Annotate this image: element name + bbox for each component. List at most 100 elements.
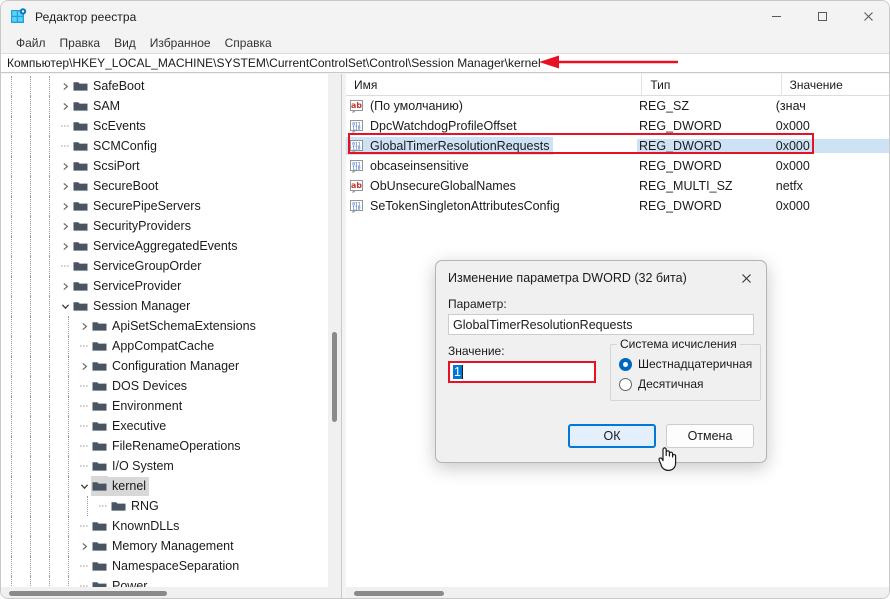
tree-guide-line	[11, 476, 12, 496]
chevron-right-icon[interactable]	[77, 316, 91, 336]
cancel-button[interactable]: Отмена	[666, 424, 754, 448]
tree-item-safeboot[interactable]: SafeBoot	[1, 76, 327, 96]
chevron-right-icon[interactable]	[58, 196, 72, 216]
tree-item-configuration-manager[interactable]: Configuration Manager	[1, 356, 327, 376]
window-controls	[753, 1, 889, 32]
tree-item-serviceaggregatedevents[interactable]: ServiceAggregatedEvents	[1, 236, 327, 256]
tree-guide-line	[30, 476, 31, 496]
chevron-down-icon[interactable]	[58, 296, 72, 316]
tree-item-session-manager[interactable]: Session Manager	[1, 296, 327, 316]
dialog-close-button[interactable]	[726, 261, 766, 295]
tree-item-apisetschemaextensions[interactable]: ApiSetSchemaExtensions	[1, 316, 327, 336]
tree-guide-line	[49, 176, 50, 196]
tree-item-label: I/O System	[112, 458, 174, 473]
tree-item-label: Memory Management	[112, 538, 234, 553]
tree-guide-line	[30, 276, 31, 296]
tree-guide-line	[49, 256, 50, 276]
chevron-right-icon[interactable]	[58, 76, 72, 96]
chevron-right-icon[interactable]	[58, 236, 72, 256]
address-bar[interactable]: Компьютер\HKEY_LOCAL_MACHINE\SYSTEM\Curr…	[1, 53, 889, 73]
tree-item-scevents[interactable]: ScEvents	[1, 116, 327, 136]
tree-item-kernel[interactable]: kernel	[1, 476, 327, 496]
values-row-type: REG_DWORD	[639, 159, 722, 173]
menu-item-file[interactable]: Файл	[9, 34, 53, 52]
radio-decimal[interactable]: Десятичная	[619, 377, 752, 391]
values-row[interactable]: 011 110 GlobalTimerResolutionRequests REG_D…	[346, 136, 889, 156]
menu-item-help[interactable]: Справка	[218, 34, 279, 52]
column-header-value[interactable]: Значение	[782, 74, 889, 96]
folder-icon	[72, 296, 89, 316]
value-input[interactable]: 1	[448, 361, 596, 383]
values-hscroll-thumb[interactable]	[354, 591, 444, 596]
chevron-right-icon[interactable]	[58, 216, 72, 236]
tree-item-rng[interactable]: RNG	[1, 496, 327, 516]
column-header-type[interactable]: Тип	[642, 74, 782, 96]
chevron-right-icon[interactable]	[58, 96, 72, 116]
values-row[interactable]: 011 110 SeTokenSingletonAttributesConfig RE…	[346, 196, 889, 216]
tree-item-scmconfig[interactable]: SCMConfig	[1, 136, 327, 156]
tree-item-dos-devices[interactable]: DOS Devices	[1, 376, 327, 396]
chevron-right-icon[interactable]	[58, 176, 72, 196]
param-name-field[interactable]: GlobalTimerResolutionRequests	[448, 314, 754, 335]
tree-item-servicegrouporder[interactable]: ServiceGroupOrder	[1, 256, 327, 276]
radio-decimal-indicator	[619, 377, 632, 391]
tree-guide-line	[49, 276, 50, 296]
tree-vscroll-thumb[interactable]	[332, 332, 337, 422]
menubar: Файл Правка Вид Избранное Справка	[1, 32, 889, 53]
tree-guide-line	[49, 476, 50, 496]
maximize-button[interactable]	[799, 1, 845, 32]
tree-item-filerenameoperations[interactable]: FileRenameOperations	[1, 436, 327, 456]
values-row[interactable]: 011 110 DpcWatchdogProfileOffset REG_DWORD 0…	[346, 116, 889, 136]
chevron-right-icon[interactable]	[58, 156, 72, 176]
tree-leaf-elbow	[58, 136, 72, 156]
tree-item-serviceprovider[interactable]: ServiceProvider	[1, 276, 327, 296]
values-row[interactable]: ab ObUnsecureGlobalNames REG_MULTI_SZ netfx	[346, 176, 889, 196]
tree-item-securepipeservers[interactable]: SecurePipeServers	[1, 196, 327, 216]
tree-guide-line	[68, 416, 69, 436]
tree-hscroll-thumb[interactable]	[9, 591, 167, 596]
menu-item-view[interactable]: Вид	[107, 34, 143, 52]
chevron-right-icon[interactable]	[77, 356, 91, 376]
tree-horizontal-scrollbar[interactable]	[1, 587, 341, 598]
chevron-down-icon[interactable]	[77, 476, 91, 496]
menu-item-favorites[interactable]: Избранное	[143, 34, 218, 52]
values-row[interactable]: 011 110 obcaseinsensitive REG_DWORD 0x000	[346, 156, 889, 176]
values-row-name-cell: 011 110 SeTokenSingletonAttributesConfig	[346, 197, 637, 215]
edit-dword-dialog: Изменение параметра DWORD (32 бита) Пара…	[435, 260, 767, 463]
tree-item-i-o-system[interactable]: I/O System	[1, 456, 327, 476]
tree-guide-line	[49, 236, 50, 256]
tree-item-appcompatcache[interactable]: AppCompatCache	[1, 336, 327, 356]
value-label: Значение:	[448, 344, 505, 358]
tree-guide-line	[30, 456, 31, 476]
tree-guide-line	[11, 296, 12, 316]
tree-guide-line	[30, 296, 31, 316]
values-horizontal-scrollbar[interactable]	[346, 587, 889, 598]
values-row-name: (По умолчанию)	[370, 99, 463, 113]
tree-guide-line	[30, 336, 31, 356]
radio-hexadecimal[interactable]: Шестнадцатеричная	[619, 357, 752, 371]
menu-item-edit[interactable]: Правка	[53, 34, 108, 52]
column-header-name[interactable]: Имя	[346, 74, 643, 96]
tree-item-knowndlls[interactable]: KnownDLLs	[1, 516, 327, 536]
tree-guide-line	[68, 356, 69, 376]
tree-item-securityproviders[interactable]: SecurityProviders	[1, 216, 327, 236]
tree-item-label: Environment	[112, 398, 183, 413]
minimize-button[interactable]	[753, 1, 799, 32]
tree-item-executive[interactable]: Executive	[1, 416, 327, 436]
tree-item-namespaceseparation[interactable]: NamespaceSeparation	[1, 556, 327, 576]
tree-item-memory-management[interactable]: Memory Management	[1, 536, 327, 556]
tree-guide-line	[30, 76, 31, 96]
tree-item-environment[interactable]: Environment	[1, 396, 327, 416]
tree-item-scsiport[interactable]: ScsiPort	[1, 156, 327, 176]
ok-button[interactable]: ОК	[568, 424, 656, 448]
tree-vertical-scrollbar[interactable]	[328, 74, 341, 589]
tree-item-label: SecureBoot	[93, 178, 159, 193]
close-button[interactable]	[845, 1, 889, 32]
values-row[interactable]: ab (По умолчанию) REG_SZ (знач	[346, 96, 889, 116]
tree-item-sam[interactable]: SAM	[1, 96, 327, 116]
values-row-type: REG_MULTI_SZ	[639, 179, 733, 193]
chevron-right-icon[interactable]	[77, 536, 91, 556]
tree-item-label: kernel	[108, 476, 150, 496]
chevron-right-icon[interactable]	[58, 276, 72, 296]
tree-item-secureboot[interactable]: SecureBoot	[1, 176, 327, 196]
